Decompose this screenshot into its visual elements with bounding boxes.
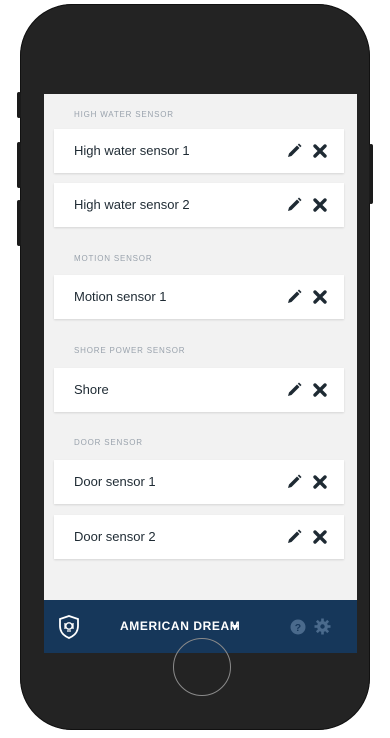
section-header-high-water: HIGH WATER SENSOR bbox=[74, 110, 174, 119]
gear-icon[interactable] bbox=[314, 618, 331, 635]
close-icon[interactable] bbox=[312, 197, 328, 213]
list-item-door-sensor-1[interactable]: Door sensor 1 bbox=[54, 460, 344, 504]
list-item-label: Motion sensor 1 bbox=[74, 289, 167, 304]
vessel-selector[interactable]: AMERICAN DREAM bbox=[120, 619, 240, 633]
close-icon[interactable] bbox=[312, 474, 328, 490]
section-header-shore-power: SHORE POWER SENSOR bbox=[74, 346, 186, 355]
volume-up-button bbox=[17, 142, 21, 188]
list-item-label: High water sensor 1 bbox=[74, 143, 190, 158]
list-item-high-water-sensor-2[interactable]: High water sensor 2 bbox=[54, 183, 344, 227]
pencil-icon[interactable] bbox=[286, 197, 302, 213]
list-item-label: Shore bbox=[74, 382, 109, 397]
app-screen: HIGH WATER SENSOR High water sensor 1 Hi… bbox=[44, 94, 357, 653]
help-icon[interactable]: ? bbox=[290, 619, 306, 635]
list-item-label: Door sensor 2 bbox=[74, 529, 156, 544]
pencil-icon[interactable] bbox=[286, 529, 302, 545]
section-header-motion: MOTION SENSOR bbox=[74, 254, 153, 263]
pencil-icon[interactable] bbox=[286, 474, 302, 490]
list-item-motion-sensor-1[interactable]: Motion sensor 1 bbox=[54, 275, 344, 319]
pencil-icon[interactable] bbox=[286, 382, 302, 398]
list-item-label: High water sensor 2 bbox=[74, 197, 190, 212]
mute-switch bbox=[17, 92, 21, 118]
home-button[interactable] bbox=[173, 638, 231, 696]
list-item-high-water-sensor-1[interactable]: High water sensor 1 bbox=[54, 129, 344, 173]
svg-text:?: ? bbox=[295, 622, 301, 634]
volume-down-button bbox=[17, 200, 21, 246]
list-item-label: Door sensor 1 bbox=[74, 474, 156, 489]
shield-icon[interactable] bbox=[56, 614, 82, 640]
close-icon[interactable] bbox=[312, 143, 328, 159]
power-button bbox=[369, 144, 373, 204]
list-item-door-sensor-2[interactable]: Door sensor 2 bbox=[54, 515, 344, 559]
close-icon[interactable] bbox=[312, 529, 328, 545]
close-icon[interactable] bbox=[312, 382, 328, 398]
close-icon[interactable] bbox=[312, 289, 328, 305]
section-header-door: DOOR SENSOR bbox=[74, 438, 143, 447]
pencil-icon[interactable] bbox=[286, 289, 302, 305]
pencil-icon[interactable] bbox=[286, 143, 302, 159]
list-item-shore[interactable]: Shore bbox=[54, 368, 344, 412]
caret-down-icon[interactable] bbox=[230, 623, 240, 631]
